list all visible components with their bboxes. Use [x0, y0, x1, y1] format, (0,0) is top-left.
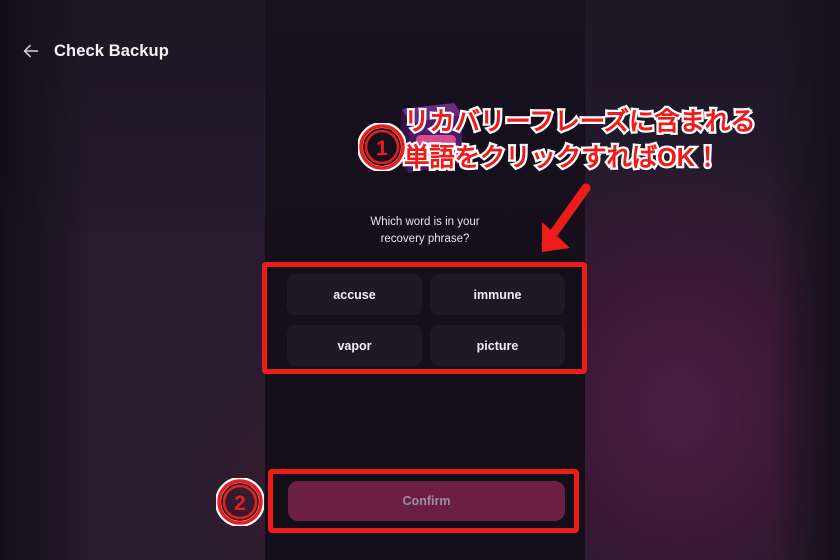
- background-edge-right: [770, 0, 840, 560]
- word-option-picture[interactable]: picture: [430, 325, 565, 366]
- word-option-accuse[interactable]: accuse: [287, 274, 422, 315]
- screenshot-root: Check Backup Which word is in your recov…: [0, 0, 840, 560]
- word-options-grid: accuse immune vapor picture: [287, 274, 565, 366]
- word-option-immune[interactable]: immune: [430, 274, 565, 315]
- confirm-button[interactable]: Confirm: [288, 481, 565, 521]
- prompt-line-1: Which word is in your: [370, 216, 480, 228]
- arrow-left-icon[interactable]: [20, 40, 42, 62]
- prompt-text: Which word is in your recovery phrase?: [265, 214, 585, 248]
- app-header: Check Backup: [0, 33, 320, 69]
- background-edge-left: [0, 0, 90, 560]
- page-title: Check Backup: [54, 41, 169, 60]
- word-option-vapor[interactable]: vapor: [287, 325, 422, 366]
- prompt-line-2: recovery phrase?: [380, 233, 470, 245]
